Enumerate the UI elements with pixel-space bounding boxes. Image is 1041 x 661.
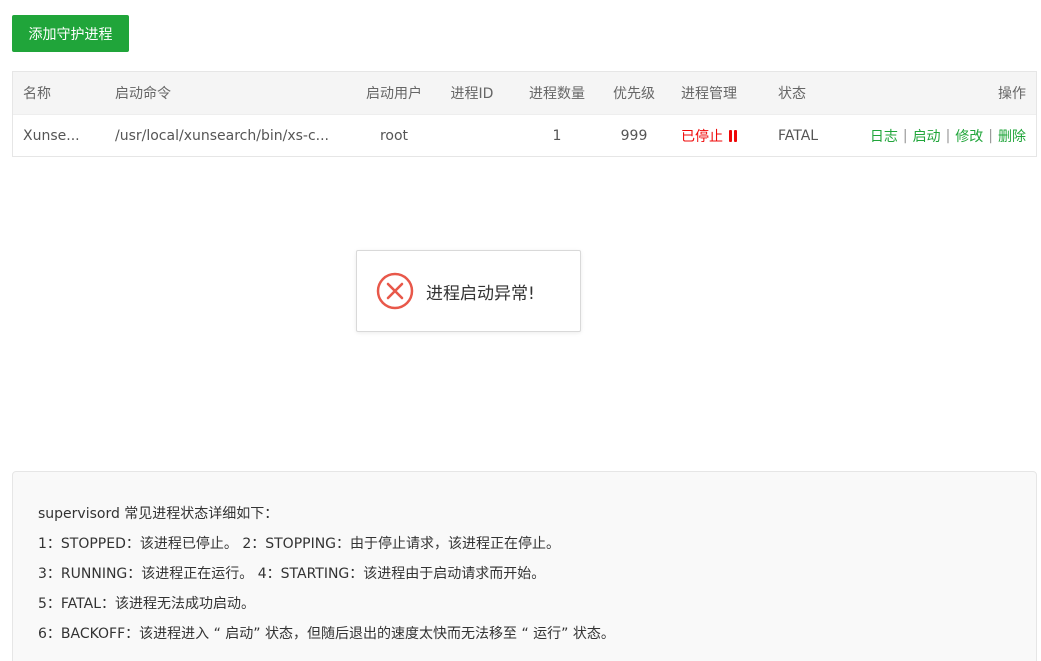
table-row: Xunse... /usr/local/xunsearch/bin/xs-c..…	[13, 115, 1036, 157]
row-command: /usr/local/xunsearch/bin/xs-c...	[115, 128, 329, 144]
process-toggle[interactable]: 已停止	[681, 126, 737, 146]
toast-message: 进程启动异常!	[426, 283, 535, 304]
header-count: 进程数量	[529, 86, 585, 102]
add-daemon-button[interactable]: 添加守护进程	[12, 15, 129, 52]
process-table: 名称 启动命令 启动用户 进程ID 进程数量 优先级 进程管理 状态 操作 Xu…	[12, 71, 1037, 157]
header-name: 名称	[23, 86, 51, 102]
row-user: root	[379, 128, 409, 144]
info-line: 5：FATAL：该进程无法成功启动。	[38, 596, 256, 612]
status-info-panel: supervisord 常见进程状态详细如下： 1：STOPPED：该进程已停止…	[12, 471, 1037, 661]
error-circle-icon	[376, 272, 414, 310]
row-manage: 已停止	[681, 115, 761, 157]
info-line: 1：STOPPED：该进程已停止。 2：STOPPING：由于停止请求，该进程正…	[38, 536, 561, 552]
ops-separator: |	[988, 128, 993, 144]
row-name: Xunse...	[23, 128, 80, 144]
header-manage: 进程管理	[681, 86, 737, 102]
info-line: 3：RUNNING：该进程正在运行。 4：STARTING：该进程由于启动请求而…	[38, 566, 546, 582]
pause-icon	[729, 130, 737, 142]
header-ops: 操作	[998, 86, 1026, 102]
header-user: 启动用户	[366, 86, 422, 102]
log-link[interactable]: 日志	[870, 126, 898, 146]
row-priority: 999	[620, 128, 648, 144]
row-ops: 日志 | 启动 | 修改 | 删除	[836, 115, 1026, 157]
header-priority: 优先级	[613, 86, 655, 102]
delete-link[interactable]: 删除	[998, 126, 1026, 146]
row-count: 1	[552, 128, 562, 144]
table-header: 名称 启动命令 启动用户 进程ID 进程数量 优先级 进程管理 状态 操作	[13, 72, 1036, 115]
header-command: 启动命令	[115, 86, 171, 102]
ops-separator: |	[945, 128, 951, 144]
edit-link[interactable]: 修改	[955, 126, 983, 146]
info-line: 6：BACKOFF：该进程进入 “ 启动” 状态，但随后退出的速度太快而无法移至…	[38, 626, 615, 642]
error-toast: 进程启动异常!	[356, 250, 581, 332]
info-title: supervisord 常见进程状态详细如下：	[38, 506, 279, 522]
row-pid	[443, 115, 501, 157]
ops-separator: |	[902, 128, 908, 144]
header-pid: 进程ID	[450, 86, 494, 102]
stopped-label: 已停止	[681, 129, 723, 145]
start-link[interactable]: 启动	[913, 126, 941, 146]
